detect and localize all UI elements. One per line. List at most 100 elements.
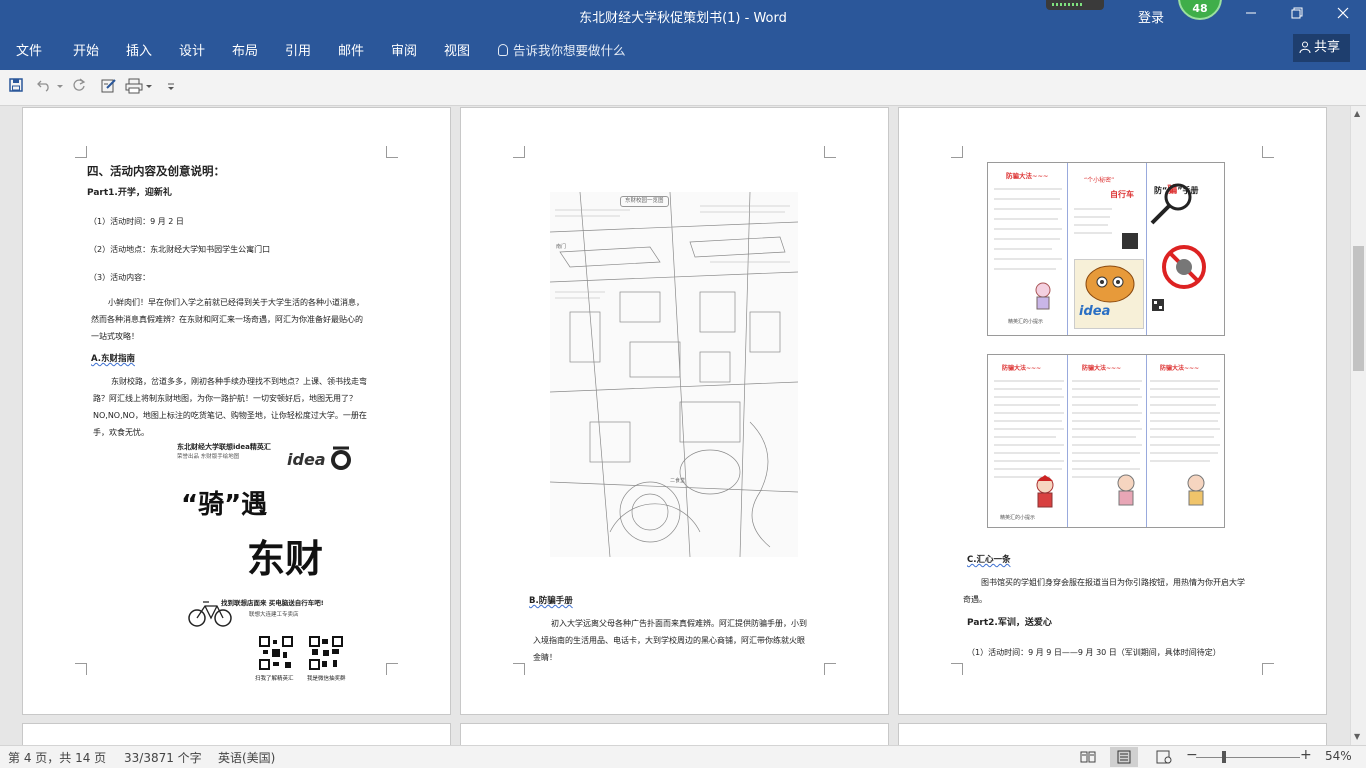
page-4[interactable] — [23, 724, 450, 745]
quick-access-toolbar — [0, 70, 1366, 106]
zoom-slider-thumb[interactable] — [1222, 751, 1226, 763]
tab-home[interactable]: 开始 — [73, 40, 99, 59]
redo-icon[interactable] — [72, 78, 86, 92]
tab-insert[interactable]: 插入 — [126, 40, 152, 59]
activity-location: （2）活动地点：东北财经大学知书园学生公寓门口 — [89, 245, 271, 254]
tab-layout[interactable]: 布局 — [232, 40, 258, 59]
poster-subheader: 荣誉出品 东财版手绘地图 — [177, 454, 240, 460]
idea-logo: idea — [287, 450, 326, 469]
cartoon-character-icon — [1117, 474, 1135, 506]
section-b-heading: B.防骗手册 — [529, 596, 573, 606]
tab-view[interactable]: 视图 — [444, 40, 470, 59]
crop-mark — [951, 663, 963, 675]
page-2[interactable]: 东财校园一览图 南门 二食堂 B.防骗手册 初入大学远离父母各种广告扑面而来真假… — [461, 108, 888, 714]
close-icon[interactable] — [1320, 0, 1366, 30]
restore-icon[interactable] — [1274, 0, 1320, 30]
activity-time: （1）活动时间：9 月 9 日——9 月 30 日（军训期间，具体时间待定） — [967, 648, 1221, 657]
paragraph-line: 金睛！ — [533, 653, 557, 662]
magnifier-icon — [1150, 183, 1192, 225]
scroll-up-icon[interactable]: ▲ — [1354, 109, 1360, 118]
customize-toolbar-icon[interactable] — [167, 78, 175, 92]
status-bar: 第 4 页，共 14 页 33/3871 个字 英语(美国) − + 54% — [0, 745, 1366, 768]
brochure-image-front[interactable]: 防骗大法~~~ 精英汇的小提示 “个小秘密” 自行车 idea 防“骗”手册 — [987, 162, 1225, 336]
paragraph-line: 奇遇。 — [963, 595, 987, 604]
undo-dropdown-icon[interactable] — [57, 78, 63, 92]
paragraph-line: 东财校路，岔道多多，刚初各种手续办理找不到地点？上课、领书找走弯 — [111, 377, 367, 386]
word-count[interactable]: 33/3871 个字 — [124, 749, 202, 766]
no-sign-icon — [1162, 245, 1206, 289]
page-1[interactable]: 四、活动内容及创意说明： Part1.开学，迎新礼 （1）活动时间：9 月 2 … — [23, 108, 450, 714]
brochure-title: 防骗大法~~~ — [1160, 365, 1200, 372]
brochure-bike-word: 自行车 — [1110, 190, 1134, 199]
paragraph-line: 一站式攻略！ — [91, 332, 139, 341]
poster-image[interactable]: 东北财经大学联想idea精英汇 荣誉出品 东财版手绘地图 idea “骑”遇 东… — [177, 438, 353, 688]
poster-store: 联想大连建工专卖店 — [249, 612, 299, 618]
tab-review[interactable]: 审阅 — [391, 40, 417, 59]
document-area[interactable]: 四、活动内容及创意说明： Part1.开学，迎新礼 （1）活动时间：9 月 2 … — [0, 106, 1350, 745]
zoom-out-icon[interactable]: − — [1186, 747, 1198, 763]
brochure-title: 防骗大法~~~ — [1006, 172, 1049, 180]
scroll-down-icon[interactable]: ▼ — [1354, 732, 1360, 741]
scrollbar-thumb[interactable] — [1353, 246, 1364, 371]
edit-document-icon[interactable] — [101, 78, 117, 94]
poster-campus-title: 东财 — [247, 537, 324, 581]
zoom-in-icon[interactable]: + — [1300, 747, 1312, 763]
paragraph-line: 然而各种消息真假难辨？在东财和阿汇来一场奇遇，阿汇为你准备好最贴心的 — [91, 315, 363, 324]
print-layout-button[interactable] — [1110, 747, 1138, 767]
print-layout-icon — [1117, 750, 1131, 764]
brochure-footer: 精英汇的小提示 — [1000, 515, 1036, 521]
page-3[interactable]: 防骗大法~~~ 精英汇的小提示 “个小秘密” 自行车 idea 防“骗”手册 防… — [899, 108, 1326, 714]
brochure-text-lines — [994, 188, 1062, 270]
crop-mark — [75, 146, 87, 158]
lightbulb-icon — [498, 44, 508, 56]
crop-mark — [386, 663, 398, 675]
paragraph-line: 手，欢食无忧。 — [93, 428, 149, 437]
qr-caption: 我是微信抽奖群 — [307, 676, 346, 682]
paragraph-line: NO,NO,NO，地图上标注的吃货笔记、购物圣地，让你轻松度过大学。一册在 — [93, 411, 367, 420]
crop-mark — [1262, 146, 1274, 158]
tab-references[interactable]: 引用 — [285, 40, 311, 59]
share-button[interactable]: 共享 — [1293, 34, 1350, 62]
paragraph-line: 入境指南的生活用品、电话卡，大到学校周边的黑心商铺，阿汇带你练就火眼 — [533, 636, 805, 645]
map-label: 南门 — [556, 244, 567, 250]
section-heading: 四、活动内容及创意说明： — [87, 164, 225, 178]
brochure-title: “个小秘密” — [1084, 177, 1115, 184]
title-bar: 东北财经大学秋促策划书(1) - Word 登录 48 — [0, 0, 1366, 30]
mascot-icon — [1085, 265, 1135, 303]
cartoon-character-icon — [1035, 282, 1051, 310]
page-5[interactable] — [461, 724, 888, 745]
brochure-footer: 精英汇的小提示 — [1008, 319, 1044, 325]
person-icon — [1299, 41, 1311, 53]
crop-mark — [824, 663, 836, 675]
paragraph-line: 路？阿汇线上将制东财地图，为你一路护航！一切安顿好后，地图无用了？ — [93, 394, 357, 403]
paragraph-line: 初入大学远离父母各种广告扑面而来真假难辨。阿汇提供防骗手册，小到 — [551, 619, 807, 628]
read-mode-icon[interactable] — [1080, 750, 1096, 764]
save-icon[interactable] — [9, 78, 23, 92]
print-dropdown-icon[interactable] — [146, 78, 152, 92]
undo-icon[interactable] — [37, 78, 53, 92]
campus-map-image[interactable]: 东财校园一览图 南门 二食堂 — [550, 192, 798, 557]
login-button[interactable]: 登录 — [1138, 7, 1164, 26]
vertical-scrollbar[interactable]: ▲ ▼ — [1350, 106, 1366, 745]
qr-caption: 扫我了解精英汇 — [255, 676, 294, 682]
qr-code-icon — [259, 636, 293, 670]
zoom-level[interactable]: 54% — [1325, 749, 1352, 763]
minimize-icon[interactable] — [1228, 0, 1274, 30]
campus-map-drawing — [550, 192, 798, 557]
crop-mark — [951, 146, 963, 158]
tell-me-search[interactable]: 告诉我你想要做什么 — [498, 40, 626, 59]
tab-design[interactable]: 设计 — [179, 40, 205, 59]
crop-mark — [75, 663, 87, 675]
tab-mailings[interactable]: 邮件 — [338, 40, 364, 59]
tab-file[interactable]: 文件 — [16, 40, 42, 59]
brochure-image-back[interactable]: 防骗大法~~~ 防骗大法~~~ 防骗大法~~~ 精英汇的小提示 — [987, 354, 1225, 528]
paragraph-line: 图书馆买的学姐们身穿会服在报道当日为你引路按钮，用热情为你开启大学 — [981, 578, 1245, 587]
page-6[interactable] — [899, 724, 1326, 745]
zoom-slider[interactable] — [1196, 757, 1300, 758]
ribbon-tabs: 文件 开始 插入 设计 布局 引用 邮件 审阅 视图 告诉我你想要做什么 共享 — [0, 30, 1366, 70]
crop-mark — [1262, 663, 1274, 675]
web-layout-icon[interactable] — [1156, 750, 1172, 764]
language-status[interactable]: 英语(美国) — [218, 749, 275, 766]
print-icon[interactable] — [125, 78, 143, 94]
page-count[interactable]: 第 4 页，共 14 页 — [8, 749, 106, 766]
